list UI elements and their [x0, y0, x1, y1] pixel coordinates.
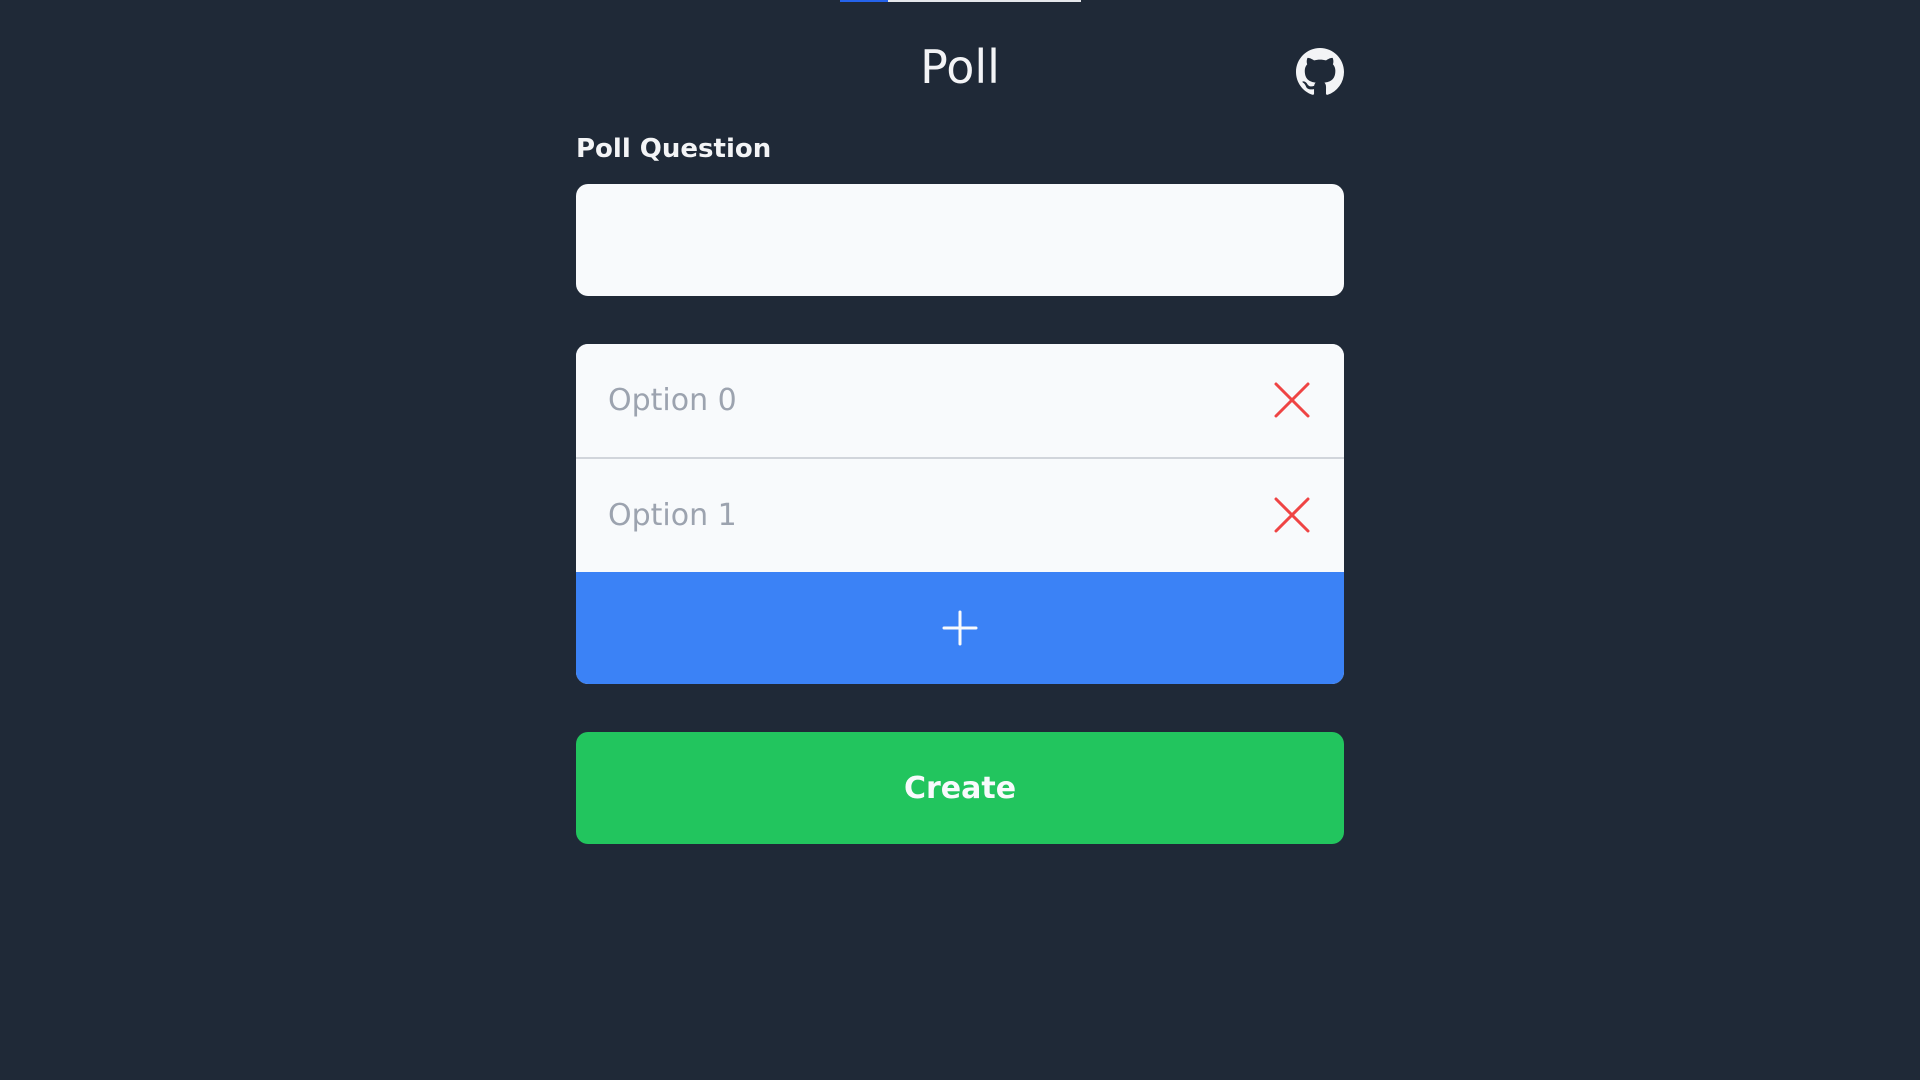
option-row-1	[576, 459, 1344, 574]
create-button[interactable]: Create	[576, 732, 1344, 844]
github-icon-graphic	[1296, 48, 1344, 95]
option-row-0	[576, 344, 1344, 459]
poll-question-label: Poll Question	[576, 134, 772, 164]
close-icon	[1274, 497, 1310, 533]
option-input-1[interactable]	[576, 459, 1236, 572]
close-icon	[1274, 382, 1310, 418]
option-input-0[interactable]	[576, 344, 1236, 457]
remove-option-1-button[interactable]	[1272, 495, 1312, 535]
add-option-button[interactable]	[576, 572, 1344, 684]
page-title: Poll	[920, 40, 1000, 94]
remove-option-0-button[interactable]	[1272, 380, 1312, 420]
options-list	[576, 344, 1344, 684]
github-icon[interactable]	[1296, 48, 1344, 96]
poll-question-input[interactable]	[576, 184, 1344, 296]
poll-form-container: Poll Poll Question Option 0 Option 1 Cre…	[576, 0, 1344, 844]
plus-icon	[942, 610, 978, 646]
header: Poll	[576, 0, 1344, 130]
